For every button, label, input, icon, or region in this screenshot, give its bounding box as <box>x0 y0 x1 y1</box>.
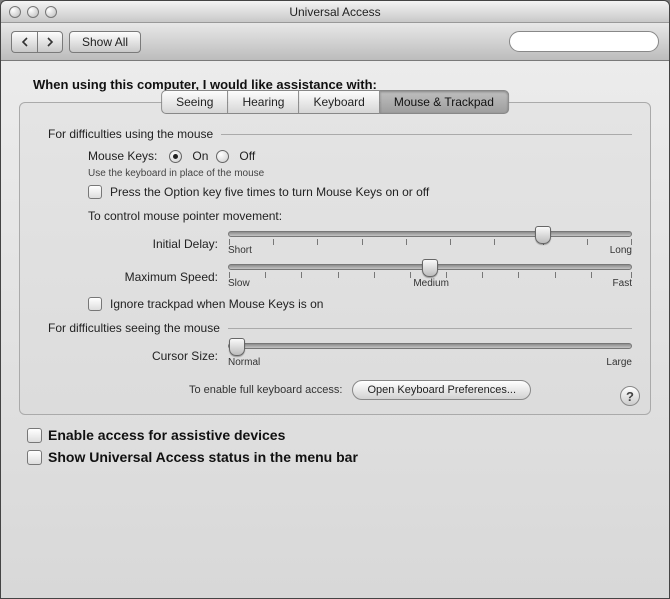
titlebar: Universal Access <box>1 1 669 23</box>
tab-seeing[interactable]: Seeing <box>161 90 227 114</box>
footer: Enable access for assistive devices Show… <box>27 427 651 465</box>
section-seeing-mouse: For difficulties seeing the mouse <box>48 321 632 335</box>
chevron-left-icon <box>20 37 30 47</box>
toolbar: Show All <box>1 23 669 61</box>
initial-delay-slider[interactable] <box>228 231 632 237</box>
initial-delay-slider-wrap: Short Long <box>228 231 632 256</box>
menubar-checkbox[interactable] <box>27 450 42 465</box>
cursor-size-knob[interactable] <box>229 338 245 356</box>
mouse-keys-off-radio[interactable] <box>216 150 229 163</box>
assistive-checkbox[interactable] <box>27 428 42 443</box>
divider <box>221 134 632 135</box>
ignore-trackpad-checkbox[interactable] <box>88 297 102 311</box>
max-speed-slider[interactable] <box>228 264 632 270</box>
open-keyboard-prefs-button[interactable]: Open Keyboard Preferences... <box>352 380 531 400</box>
cursor-size-min: Normal <box>228 357 260 368</box>
mouse-keys-on-radio[interactable] <box>169 150 182 163</box>
tab-keyboard[interactable]: Keyboard <box>298 90 378 114</box>
control-heading: To control mouse pointer movement: <box>88 209 632 223</box>
seeing-mouse-group: Cursor Size: Normal Large To enable full… <box>88 343 632 400</box>
option-five-row: Press the Option key five times to turn … <box>88 185 632 199</box>
max-speed-label: Maximum Speed: <box>88 270 218 284</box>
max-speed-mid: Medium <box>413 278 449 289</box>
max-speed-max: Fast <box>613 278 632 289</box>
max-speed-slider-wrap: Slow Medium Fast <box>228 264 632 289</box>
cursor-size-max: Large <box>606 357 632 368</box>
cursor-size-row: Cursor Size: Normal Large <box>88 343 632 368</box>
mouse-keys-off-label: Off <box>239 149 255 163</box>
option-five-checkbox[interactable] <box>88 185 102 199</box>
initial-delay-min: Short <box>228 245 252 256</box>
chevron-right-icon <box>45 37 55 47</box>
menubar-label: Show Universal Access status in the menu… <box>48 449 358 465</box>
cursor-size-caps: Normal Large <box>228 357 632 368</box>
section-using-mouse: For difficulties using the mouse <box>48 127 632 141</box>
show-all-button[interactable]: Show All <box>69 31 141 53</box>
initial-delay-knob[interactable] <box>535 226 551 244</box>
mouse-keys-label: Mouse Keys: <box>88 149 157 163</box>
initial-delay-caps: Short Long <box>228 245 632 256</box>
max-speed-knob[interactable] <box>422 259 438 277</box>
forward-button[interactable] <box>37 31 63 53</box>
using-mouse-group: Mouse Keys: On Off Use the keyboard in p… <box>88 149 632 311</box>
zoom-icon[interactable] <box>45 6 57 18</box>
initial-delay-label: Initial Delay: <box>88 237 218 251</box>
mouse-keys-hint: Use the keyboard in place of the mouse <box>88 168 632 179</box>
initial-delay-row: Initial Delay: Short Long <box>88 231 632 256</box>
assistive-row: Enable access for assistive devices <box>27 427 651 443</box>
content: When using this computer, I would like a… <box>1 61 669 483</box>
option-five-label: Press the Option key five times to turn … <box>110 185 429 199</box>
tabs: Seeing Hearing Keyboard Mouse & Trackpad <box>161 90 509 114</box>
mouse-keys-row: Mouse Keys: On Off <box>88 149 632 163</box>
nav-group <box>11 31 63 53</box>
section-seeing-label: For difficulties seeing the mouse <box>48 321 220 335</box>
keyboard-access-label: To enable full keyboard access: <box>189 384 342 396</box>
minimize-icon[interactable] <box>27 6 39 18</box>
window-controls <box>9 6 57 18</box>
tab-panel: Seeing Hearing Keyboard Mouse & Trackpad… <box>19 102 651 415</box>
tab-mouse-trackpad[interactable]: Mouse & Trackpad <box>379 90 509 114</box>
tab-hearing[interactable]: Hearing <box>227 90 298 114</box>
keyboard-access-row: To enable full keyboard access: Open Key… <box>88 380 632 400</box>
initial-delay-max: Long <box>610 245 632 256</box>
ignore-trackpad-row: Ignore trackpad when Mouse Keys is on <box>88 297 632 311</box>
menubar-row: Show Universal Access status in the menu… <box>27 449 651 465</box>
cursor-size-slider[interactable] <box>228 343 632 349</box>
prefs-window: Universal Access Show All When using thi… <box>0 0 670 599</box>
ignore-trackpad-label: Ignore trackpad when Mouse Keys is on <box>110 297 323 311</box>
cursor-size-label: Cursor Size: <box>88 349 218 363</box>
close-icon[interactable] <box>9 6 21 18</box>
help-button[interactable]: ? <box>620 386 640 406</box>
search-input[interactable] <box>509 31 659 52</box>
assistive-label: Enable access for assistive devices <box>48 427 285 443</box>
cursor-size-slider-wrap: Normal Large <box>228 343 632 368</box>
max-speed-caps: Slow Medium Fast <box>228 278 632 289</box>
back-button[interactable] <box>11 31 37 53</box>
section-using-label: For difficulties using the mouse <box>48 127 213 141</box>
divider <box>228 328 632 329</box>
mouse-keys-on-label: On <box>192 149 208 163</box>
max-speed-row: Maximum Speed: Slow Medium Fast <box>88 264 632 289</box>
window-title: Universal Access <box>1 5 669 19</box>
max-speed-min: Slow <box>228 278 250 289</box>
